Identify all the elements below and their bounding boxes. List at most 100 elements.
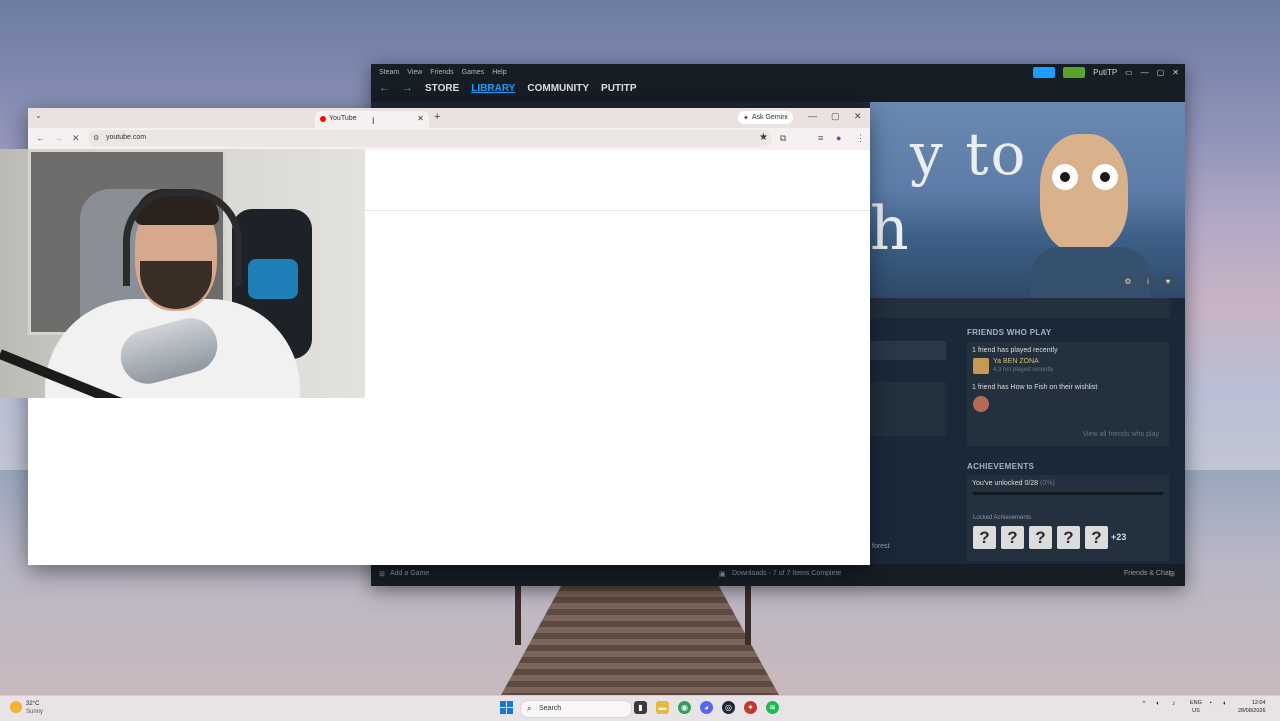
extensions-icon[interactable]: ⧉	[780, 133, 786, 144]
settings-icon[interactable]: ⚙	[1121, 274, 1135, 288]
tray-overflow-chevron-icon[interactable]: ⌃	[1141, 700, 1147, 708]
friend-hours: 4.3 hrs played recently	[993, 367, 1054, 373]
ask-gemini-button[interactable]: ✦ Ask Gemini	[738, 111, 793, 124]
pier-post	[515, 585, 521, 645]
friends-chat-button[interactable]: Friends & Chat	[1124, 570, 1171, 577]
start-windows-icon[interactable]	[500, 701, 513, 714]
announcement-icon[interactable]	[1033, 67, 1056, 78]
headset	[123, 189, 242, 286]
spotify-icon[interactable]: ≋	[766, 701, 779, 714]
character-head	[1040, 134, 1128, 252]
hero-actions: ⚙ i ♥	[1121, 274, 1175, 288]
tab-close-icon[interactable]: ✕	[417, 114, 424, 123]
nav-store[interactable]: STORE	[425, 83, 459, 94]
add-game-plus-icon[interactable]: ⊞	[379, 570, 385, 578]
maximize-icon[interactable]: ▢	[831, 111, 840, 122]
back-arrow-icon[interactable]: ←	[36, 133, 45, 143]
taskbar-search[interactable]: ⌕ Search	[520, 700, 632, 718]
search-label: Search	[539, 705, 562, 712]
big-picture-icon[interactable]: ▭	[1125, 68, 1133, 77]
user-menu[interactable]: PutiTP	[1093, 68, 1117, 77]
close-icon[interactable]: ✕	[854, 111, 862, 122]
tab-search-chevron-icon[interactable]: ⌄	[35, 111, 42, 120]
character-eye	[1052, 164, 1078, 190]
avatar[interactable]	[973, 396, 989, 412]
notification-bell-icon[interactable]	[1063, 67, 1086, 78]
input-language[interactable]: ENG US	[1190, 699, 1202, 715]
library-band	[870, 298, 1170, 318]
youtube-favicon-icon	[320, 116, 326, 122]
achievements-title: ACHIEVEMENTS	[967, 462, 1035, 471]
friends-chat-icon[interactable]: ⊞	[1169, 570, 1175, 578]
locked-achievement-icon[interactable]: ?	[1057, 526, 1080, 549]
microphone-icon[interactable]: ♪	[1172, 700, 1176, 707]
profile-avatar-icon[interactable]: ●	[836, 133, 841, 143]
browser-toolbar: ← → ✕ ⚙ youtube.com ★ ⧉ ≡ ● ⋮	[28, 128, 870, 150]
language-region: US	[1192, 708, 1200, 714]
tab-title: YouTube	[329, 115, 357, 122]
task-view-icon[interactable]: ▮	[634, 701, 647, 714]
nav-community[interactable]: COMMUNITY	[527, 83, 589, 94]
forward-arrow-icon[interactable]: →	[402, 82, 413, 94]
friend-name[interactable]: Ya BEN ZONA	[993, 358, 1039, 365]
network-icon[interactable]: ◔	[1208, 700, 1212, 707]
minimize-icon[interactable]: —	[808, 111, 817, 121]
locked-achievements-label: Locked Achievements	[973, 515, 1032, 521]
chrome-icon[interactable]: ◉	[678, 701, 691, 714]
webcam-overlay	[0, 149, 365, 398]
volume-icon[interactable]: ◖	[1222, 700, 1226, 707]
wishlist-heading: 1 friend has How to Fish on their wishli…	[972, 384, 1098, 391]
steam-menu-games[interactable]: Games	[462, 69, 485, 76]
clock-date: 28/08/2026	[1238, 708, 1266, 714]
clock[interactable]: 12:04 28/08/2026	[1238, 699, 1266, 715]
add-game-button[interactable]: Add a Game	[390, 570, 429, 577]
steam-menu-steam[interactable]: Steam	[379, 69, 399, 76]
avatar[interactable]	[973, 358, 989, 374]
maximize-icon[interactable]: ▢	[1157, 68, 1165, 77]
hero-title-line2: h	[870, 194, 909, 264]
discord-icon[interactable]: ◕	[700, 701, 713, 714]
view-all-friends-link[interactable]: View all friends who play	[1082, 431, 1159, 438]
downloads-icon[interactable]: ▣	[719, 570, 726, 578]
locked-achievement-icon[interactable]: ?	[973, 526, 996, 549]
favorite-heart-icon[interactable]: ♥	[1161, 274, 1175, 288]
nav-library[interactable]: LIBRARY	[471, 83, 515, 94]
nav-profile[interactable]: PUTITP	[601, 83, 637, 94]
pier-post	[745, 585, 751, 645]
library-row	[870, 341, 946, 360]
achievements-progress-bar	[973, 492, 1163, 495]
stop-loading-icon[interactable]: ✕	[72, 133, 80, 144]
locked-achievement-icon[interactable]: ?	[1085, 526, 1108, 549]
text-cursor-icon: I	[372, 116, 375, 126]
steam-menu-view[interactable]: View	[407, 69, 422, 76]
chrome-menu-icon[interactable]: ⋮	[856, 133, 865, 144]
file-explorer-icon[interactable]: ▬	[656, 701, 669, 714]
friends-who-play-panel: 1 friend has played recently Ya BEN ZONA…	[967, 342, 1169, 446]
game-hero-banner: y to h ⚙ i ♥	[870, 102, 1185, 298]
taskbar: 32°C Sunny ⌕ Search ▮ ▬ ◉ ◕ ◎ ✦ ≋ ⌃ ◐ ♪ …	[0, 695, 1280, 721]
minimize-icon[interactable]: —	[1141, 68, 1149, 77]
downloads-status[interactable]: Downloads - 7 of 7 Items Complete	[732, 570, 841, 577]
new-tab-button[interactable]: +	[434, 111, 440, 123]
language-code: ENG	[1190, 700, 1202, 706]
forward-arrow-icon[interactable]: →	[54, 133, 63, 143]
weather-temp: 32°C	[26, 701, 40, 707]
back-arrow-icon[interactable]: ←	[379, 82, 390, 94]
site-info-icon[interactable]: ⚙	[93, 134, 101, 142]
friends-who-play-title: FRIENDS WHO PLAY	[967, 328, 1052, 337]
steam-menu-help[interactable]: Help	[492, 69, 506, 76]
info-icon[interactable]: i	[1141, 274, 1155, 288]
search-icon: ⌕	[527, 704, 532, 713]
tray-app-icon[interactable]: ◐	[1156, 700, 1160, 707]
media-controls-icon[interactable]: ≡	[818, 133, 823, 143]
steam-menu-friends[interactable]: Friends	[430, 69, 453, 76]
app-icon[interactable]: ✦	[744, 701, 757, 714]
close-icon[interactable]: ✕	[1172, 68, 1179, 77]
bookmark-star-icon[interactable]: ★	[759, 132, 768, 143]
locked-achievement-icon[interactable]: ?	[1029, 526, 1052, 549]
more-achievements-count[interactable]: +23	[1111, 532, 1126, 542]
address-bar[interactable]: ⚙ youtube.com ★	[88, 130, 772, 147]
steam-nav: ← → STORE LIBRARY COMMUNITY PUTITP	[379, 82, 637, 94]
steam-icon[interactable]: ◎	[722, 701, 735, 714]
locked-achievement-icon[interactable]: ?	[1001, 526, 1024, 549]
